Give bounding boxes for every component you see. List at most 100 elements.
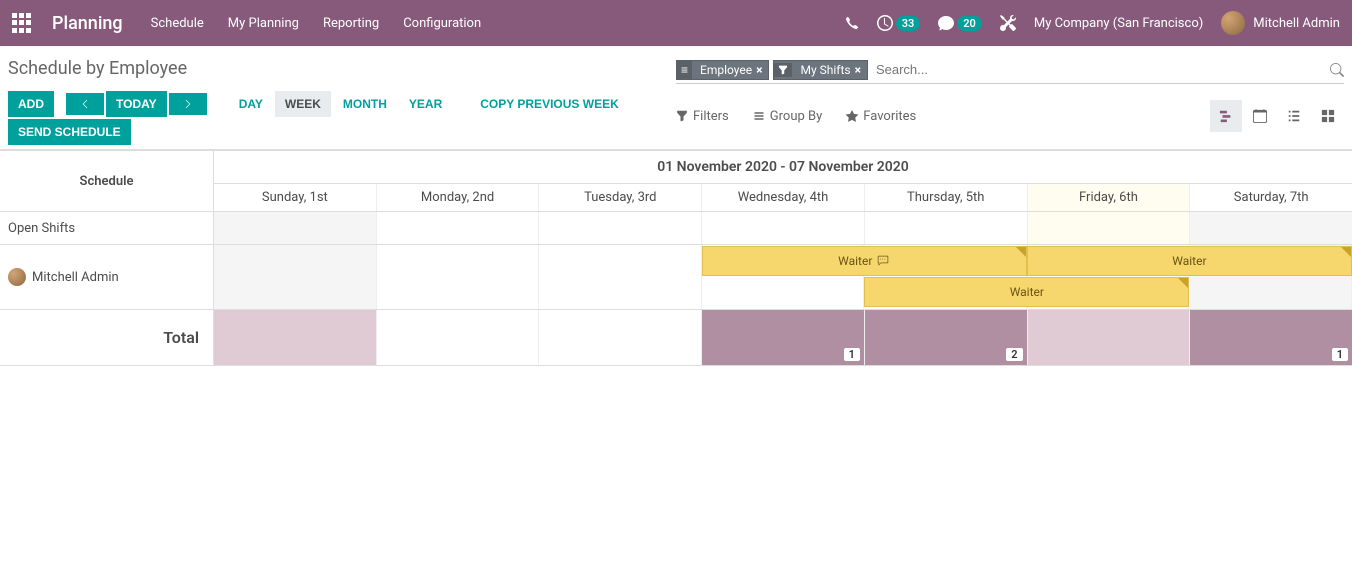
total-label: Total	[0, 310, 214, 365]
groupby-dropdown[interactable]: Group By	[753, 109, 823, 124]
view-switcher	[1210, 100, 1344, 132]
day-header-thu: Thursday, 5th	[865, 184, 1028, 211]
chevron-left-icon	[80, 99, 90, 109]
grid-cell[interactable]	[702, 212, 865, 244]
shift-block[interactable]: Waiter	[702, 246, 1027, 276]
copy-previous-button[interactable]: COPY PREVIOUS WEEK	[470, 91, 628, 117]
favorites-dropdown[interactable]: Favorites	[846, 109, 916, 124]
send-schedule-button[interactable]: SEND SCHEDULE	[8, 119, 131, 145]
activity-indicator[interactable]: 33	[877, 15, 921, 31]
shift-block[interactable]: Waiter	[1027, 246, 1352, 276]
schedule-column-header: Schedule	[0, 151, 214, 211]
kanban-icon	[1321, 109, 1335, 123]
total-row: Total 1 2 1	[0, 310, 1352, 366]
bars-icon	[753, 110, 765, 122]
nav-reporting[interactable]: Reporting	[323, 16, 379, 31]
calendar-view-button[interactable]	[1244, 100, 1276, 132]
phone-icon[interactable]	[845, 16, 859, 30]
search-bar: ≡ Employee × My Shifts ×	[676, 58, 1344, 84]
filters-label: Filters	[693, 109, 729, 124]
nav-my-planning[interactable]: My Planning	[228, 16, 299, 31]
view-year[interactable]: YEAR	[399, 91, 452, 117]
kanban-view-button[interactable]	[1312, 100, 1344, 132]
nav-configuration[interactable]: Configuration	[403, 16, 481, 31]
grid-cell[interactable]	[214, 245, 377, 309]
employee-name: Mitchell Admin	[32, 270, 119, 285]
favorites-label: Favorites	[863, 109, 916, 124]
filters-dropdown[interactable]: Filters	[676, 109, 729, 124]
grid-cell[interactable]	[539, 212, 702, 244]
funnel-icon	[774, 63, 792, 77]
search-input[interactable]	[872, 58, 1330, 81]
day-header-tue: Tuesday, 3rd	[539, 184, 702, 211]
view-week[interactable]: WEEK	[275, 91, 331, 117]
grid-cell[interactable]	[865, 212, 1028, 244]
total-cell: 1	[702, 310, 865, 365]
total-cell: 1	[1190, 310, 1352, 365]
nav-schedule[interactable]: Schedule	[151, 16, 204, 31]
employee-label[interactable]: Mitchell Admin	[0, 245, 214, 309]
top-nav: Planning Schedule My Planning Reporting …	[0, 0, 1352, 46]
messages-indicator[interactable]: 20	[938, 15, 982, 31]
filter-chip-myshifts[interactable]: My Shifts ×	[773, 60, 867, 80]
chip-employee-close-icon[interactable]: ×	[756, 63, 762, 77]
shift-label: Waiter	[838, 254, 872, 268]
grid-cell[interactable]	[377, 212, 540, 244]
employee-row: Mitchell Admin Waiter Waiter Waiter	[0, 245, 1352, 310]
shift-label: Waiter	[1172, 254, 1206, 268]
comment-icon	[876, 255, 890, 267]
day-header-wed: Wednesday, 4th	[702, 184, 865, 211]
chip-myshifts-close-icon[interactable]: ×	[855, 63, 861, 77]
bars-icon: ≡	[677, 61, 692, 79]
today-button[interactable]: TODAY	[106, 91, 167, 117]
day-header-mon: Monday, 2nd	[377, 184, 540, 211]
gantt-icon	[1219, 109, 1233, 123]
list-icon	[1287, 109, 1301, 123]
schedule-grid: Schedule 01 November 2020 - 07 November …	[0, 150, 1352, 366]
company-name[interactable]: My Company (San Francisco)	[1034, 16, 1203, 31]
prev-button[interactable]	[66, 93, 104, 115]
search-icon[interactable]	[1330, 63, 1344, 77]
grid-cell[interactable]	[377, 245, 540, 309]
next-button[interactable]	[169, 93, 207, 115]
total-value: 1	[844, 348, 860, 361]
list-view-button[interactable]	[1278, 100, 1310, 132]
open-shifts-label[interactable]: Open Shifts	[0, 212, 214, 244]
messages-badge: 20	[957, 16, 982, 31]
shift-corner-icon	[1178, 278, 1188, 288]
total-cell	[214, 310, 377, 365]
chevron-right-icon	[183, 99, 193, 109]
user-menu[interactable]: Mitchell Admin	[1221, 11, 1340, 35]
day-header-sun: Sunday, 1st	[214, 184, 377, 211]
funnel-icon	[676, 110, 688, 122]
app-brand[interactable]: Planning	[52, 13, 123, 34]
view-day[interactable]: DAY	[229, 91, 273, 117]
grid-cell[interactable]	[539, 245, 702, 309]
total-cell	[377, 310, 540, 365]
debug-icon[interactable]	[1000, 15, 1016, 31]
grid-cell[interactable]	[1028, 212, 1191, 244]
shift-label: Waiter	[1010, 285, 1044, 299]
add-button[interactable]: ADD	[8, 91, 54, 117]
filter-chip-employee[interactable]: ≡ Employee ×	[676, 60, 769, 80]
chip-myshifts-label: My Shifts	[800, 63, 850, 77]
apps-icon[interactable]	[12, 13, 32, 33]
open-shifts-row: Open Shifts	[0, 212, 1352, 245]
total-cell	[1028, 310, 1191, 365]
total-value: 1	[1332, 348, 1348, 361]
grid-cell[interactable]	[214, 212, 377, 244]
shift-corner-icon	[1341, 247, 1351, 257]
grid-cell[interactable]	[1190, 212, 1352, 244]
view-month[interactable]: MONTH	[333, 91, 397, 117]
groupby-label: Group By	[770, 109, 823, 124]
page-title: Schedule by Employee	[8, 58, 676, 79]
day-header-fri: Friday, 6th	[1028, 184, 1191, 211]
calendar-icon	[1253, 109, 1267, 123]
nav-right: 33 20 My Company (San Francisco) Mitchel…	[845, 11, 1340, 35]
shift-corner-icon	[1016, 247, 1026, 257]
user-name: Mitchell Admin	[1253, 16, 1340, 31]
gantt-view-button[interactable]	[1210, 100, 1242, 132]
shift-block[interactable]: Waiter	[864, 277, 1189, 307]
total-cell: 2	[865, 310, 1028, 365]
user-avatar-icon	[1221, 11, 1245, 35]
